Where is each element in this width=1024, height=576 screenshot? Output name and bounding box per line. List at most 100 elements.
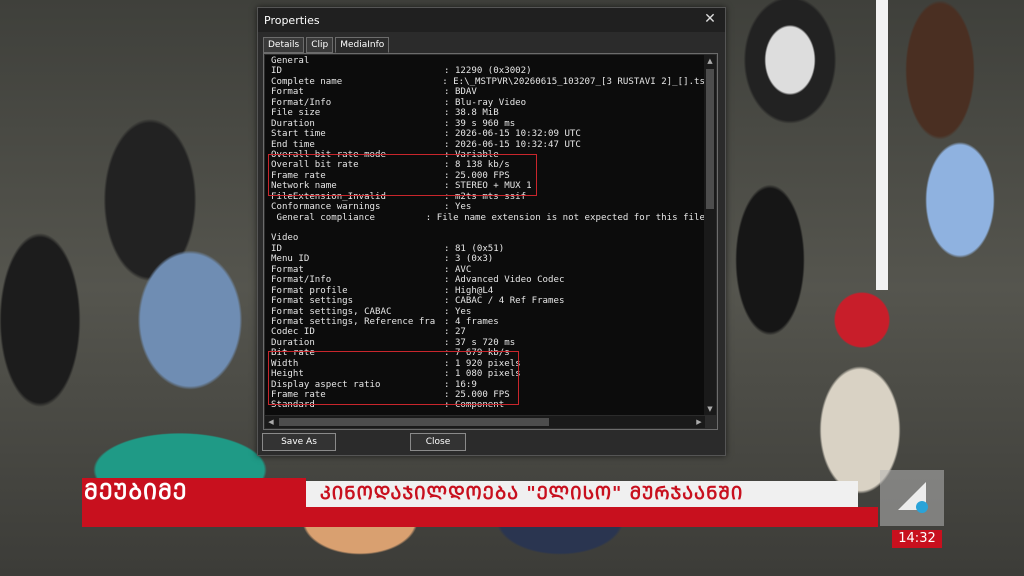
mediainfo-row: Start time: 2026-06-15 10:32:09 UTC [271,129,705,139]
tab-details[interactable]: Details [263,37,305,53]
mediainfo-value: : Yes [444,306,472,317]
mediainfo-panel: General ID: 12290 (0x3002) Complete name: … [263,53,718,430]
mediainfo-row: Format settings, CABAC : Yes [271,307,705,317]
mediainfo-value: : High@L4 [444,285,494,296]
horizontal-scroll-thumb[interactable] [279,418,549,426]
mediainfo-row: Height: 1 080 pixels [271,369,705,379]
mediainfo-row: General compliance : File name extension … [271,213,705,223]
mediainfo-value: : STEREO + MUX 1 [444,181,532,192]
tab-clip[interactable]: Clip [306,37,334,53]
mediainfo-row: ID : 12290 (0x3002) [271,66,705,76]
mediainfo-text[interactable]: General ID: 12290 (0x3002) Complete name: … [265,55,705,415]
mediainfo-value: : Yes [444,202,472,213]
mediainfo-value: : 39 s 960 ms [444,118,516,129]
mediainfo-value: : 2026-06-15 10:32:09 UTC [444,129,581,140]
mediainfo-row: Overall bit rate mode : Variable [271,150,705,160]
mediainfo-value: : 2026-06-15 10:32:47 UTC [444,139,581,150]
dialog-title: Properties [264,13,320,27]
mediainfo-value: : 7 679 kb/s [444,348,510,359]
mediainfo-key: File size [271,108,321,119]
mediainfo-key: Format [271,264,304,275]
properties-dialog: Properties ✕ Details Clip MediaInfo Gene… [257,7,726,456]
mediainfo-value: : 27 [444,327,466,338]
mediainfo-key: Codec ID [271,327,315,338]
mediainfo-key: Standard [271,400,315,411]
mediainfo-value: : 1 080 pixels [444,369,521,380]
save-as-button[interactable]: Save As [262,433,336,451]
mediainfo-key: ID [271,66,282,77]
mediainfo-key: Complete name [271,76,343,87]
mediainfo-value: : 81 (0x51) [444,243,505,254]
mediainfo-value: : 38.8 MiB [444,108,499,119]
background-pole [876,0,888,290]
mediainfo-value: : 37 s 720 ms [444,337,516,348]
dialog-titlebar[interactable]: Properties [258,8,725,32]
mediainfo-row: Codec ID : 27 [271,327,705,337]
mediainfo-row: Display aspect ratio : 16:9 [271,380,705,390]
mediainfo-row: Network name: STEREO + MUX 1 [271,181,705,191]
mediainfo-key: Format settings, Reference fra [271,316,436,327]
mediainfo-key: General compliance [271,212,376,223]
mediainfo-row: FileExtension_Invalid: m2ts mts ssif [271,192,705,202]
mediainfo-key: ID [271,243,282,254]
broadcast-clock: 14:32 [892,530,942,548]
scroll-left-icon[interactable]: ◀ [265,416,277,428]
mediainfo-value: : 25.000 FPS [444,390,510,400]
mediainfo-value: : 3 (0x3) [444,254,494,265]
mediainfo-row: General [271,56,705,66]
mediainfo-row: Format settings : CABAC / 4 Ref Frames [271,296,705,306]
ticker-headline: ᲙᲘᲜᲝᲓᲐᲯᲘᲚᲓᲝᲔᲑᲐ "ᲔᲚᲘᲡᲝ" ᲛᲣᲠᲯᲐᲐᲜᲨᲘ [320,483,744,504]
mediainfo-row: Standard : Component [271,400,705,410]
horizontal-scrollbar[interactable]: ◀ ▶ [265,416,705,428]
mediainfo-value: : Variable [444,149,499,160]
mediainfo-key: Format settings, CABAC [271,306,392,317]
mediainfo-key: Display aspect ratio [271,379,381,390]
scroll-down-icon[interactable]: ▼ [704,403,716,415]
mediainfo-value: : 25.000 FPS [444,170,510,181]
mediainfo-row: End time: 2026-06-15 10:32:47 UTC [271,140,705,150]
mediainfo-key: Format [271,87,304,98]
mediainfo-value: : Component [444,400,505,411]
mediainfo-row: Duration : 37 s 720 ms [271,338,705,348]
mediainfo-key: Menu ID [271,254,310,265]
mediainfo-row [271,223,705,233]
mediainfo-key: Frame rate [271,390,326,400]
mediainfo-key: Width [271,358,299,369]
mediainfo-key: General [271,56,310,66]
mediainfo-row: Format/Info: Blu-ray Video [271,98,705,108]
mediainfo-value: : E:\_MSTPVR\20260615_103207_[3 RUSTAVI … [442,76,705,87]
mediainfo-row: Duration : 39 s 960 ms [271,119,705,129]
mediainfo-row: Bit rate: 7 679 kb/s [271,348,705,358]
mediainfo-row: File size : 38.8 MiB [271,108,705,118]
tab-mediainfo[interactable]: MediaInfo [335,37,390,53]
vertical-scroll-thumb[interactable] [706,69,714,209]
mediainfo-row: Conformance warnings : Yes [271,202,705,212]
mediainfo-value: : AVC [444,264,472,275]
mediainfo-key: Format settings [271,296,354,307]
mediainfo-key [271,223,444,233]
mediainfo-key: Overall bit rate [271,160,359,171]
scroll-right-icon[interactable]: ▶ [693,416,705,428]
mediainfo-value: : 12290 (0x3002) [444,66,532,77]
close-icon[interactable]: ✕ [701,10,719,28]
mediainfo-row: Video [271,233,705,243]
mediainfo-value: : 16:9 [444,379,477,390]
ticker-red-bar [82,507,878,527]
mediainfo-key: Overall bit rate mode [271,149,386,160]
mediainfo-row: Format/Info: Advanced Video Codec [271,275,705,285]
scroll-up-icon[interactable]: ▲ [704,55,716,67]
mediainfo-key: Frame rate [271,170,326,181]
mediainfo-key: FileExtension_Invalid [271,191,386,202]
mediainfo-value: : 4 frames [444,316,499,327]
vertical-scrollbar[interactable]: ▲ ▼ [704,55,716,415]
mediainfo-key: Video [271,233,299,244]
mediainfo-row: Menu ID : 3 (0x3) [271,254,705,264]
mediainfo-value: : 8 138 kb/s [444,160,510,171]
mediainfo-key: Duration [271,118,315,129]
mediainfo-value: : File name extension is not expected fo… [425,212,705,223]
mediainfo-key: Duration [271,337,315,348]
close-button[interactable]: Close [410,433,466,451]
mediainfo-key: Conformance warnings [271,202,381,213]
mediainfo-value: : CABAC / 4 Ref Frames [444,296,565,307]
mediainfo-key: Format profile [271,285,348,296]
